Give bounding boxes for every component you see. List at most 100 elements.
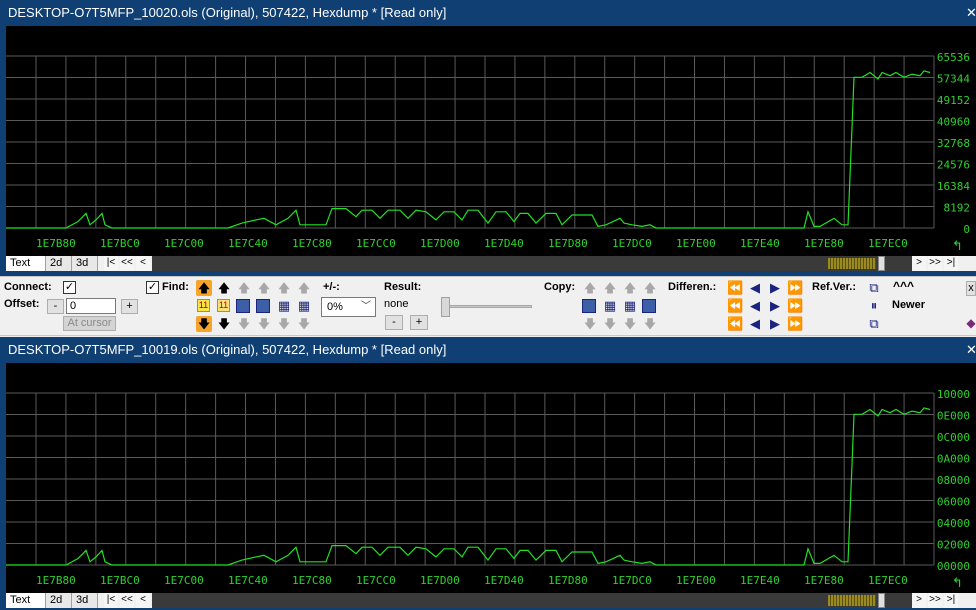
- at-cursor-button[interactable]: At cursor: [63, 316, 116, 331]
- copy-window-icon[interactable]: [642, 299, 656, 313]
- tab-3d[interactable]: 3d: [72, 256, 98, 271]
- result-plus-button[interactable]: +: [410, 315, 428, 330]
- diff-prev-icon-3[interactable]: ◀: [747, 316, 763, 332]
- diff-first-icon[interactable]: ⏪: [727, 280, 743, 296]
- nav-next-page-button[interactable]: >>: [928, 593, 942, 608]
- eraser-icon[interactable]: ◆: [966, 315, 976, 331]
- close-icon[interactable]: ✕: [966, 0, 976, 26]
- horizontal-scrollbar[interactable]: [152, 593, 912, 608]
- x-axis-label: 1E7EC0: [868, 574, 908, 587]
- tab-2d[interactable]: 2d: [46, 256, 72, 271]
- find-down-grey-icon-2[interactable]: 🡇: [256, 316, 272, 332]
- percent-select[interactable]: 0% ﹀: [321, 297, 376, 317]
- nav-prev-page-button[interactable]: <<: [120, 256, 134, 271]
- find-down-grey-icon-3[interactable]: 🡇: [276, 316, 292, 332]
- find-up-black-icon[interactable]: 🡅: [216, 280, 232, 296]
- nav-first-button[interactable]: |<: [104, 256, 118, 271]
- find-checkbox[interactable]: ✓: [146, 281, 159, 294]
- nav-forward-button[interactable]: >: [912, 593, 926, 608]
- nav-first-button[interactable]: |<: [104, 593, 118, 608]
- copy-up-icon-4[interactable]: 🡅: [642, 280, 658, 296]
- copy-up-icon[interactable]: 🡅: [582, 280, 598, 296]
- scroll-thumb[interactable]: [878, 593, 885, 608]
- diff-prev-icon-2[interactable]: ◀: [747, 298, 763, 314]
- x-axis-label: 1E7D00: [420, 237, 460, 250]
- find-value-alt-icon[interactable]: 11: [217, 299, 230, 312]
- nav-back-button[interactable]: <: [136, 256, 150, 271]
- diff-last-icon[interactable]: ⏩: [787, 280, 803, 296]
- pause-icon[interactable]: ⏸: [866, 298, 882, 314]
- find-up-grey-icon-2[interactable]: 🡅: [256, 280, 272, 296]
- find-up-grey-icon-4[interactable]: 🡅: [296, 280, 312, 296]
- scroll-thumb[interactable]: [878, 256, 885, 271]
- find-value-icon[interactable]: 11: [197, 299, 210, 312]
- copy-down-icon-4[interactable]: 🡇: [642, 316, 658, 332]
- copy-up-icon-3[interactable]: 🡅: [622, 280, 638, 296]
- diff-next-icon-2[interactable]: ▶: [767, 298, 783, 314]
- result-slider-thumb[interactable]: [441, 297, 450, 317]
- diff-last-icon-3[interactable]: ⏩: [787, 316, 803, 332]
- y-axis-label: 40960: [937, 116, 970, 129]
- x-axis-label: 1E7B80: [36, 574, 76, 587]
- return-icon[interactable]: ↰: [952, 576, 963, 591]
- offset-input[interactable]: 0: [66, 298, 116, 314]
- diff-last-icon-2[interactable]: ⏩: [787, 298, 803, 314]
- graph-2d[interactable]: 10000 0E000 0C000 0A000 08000 06000 04000 02000…: [6, 363, 976, 593]
- find-down-grey-icon[interactable]: 🡇: [236, 316, 252, 332]
- copy-down-icon-2[interactable]: 🡇: [602, 316, 618, 332]
- find-block-icon[interactable]: [236, 299, 250, 313]
- nav-prev-page-button[interactable]: <<: [120, 593, 134, 608]
- copy-block-icon[interactable]: [582, 299, 596, 313]
- copy-up-icon-2[interactable]: 🡅: [602, 280, 618, 296]
- refver-up-button[interactable]: ^^^: [893, 279, 914, 293]
- find-down-black-icon[interactable]: 🡇: [216, 316, 232, 332]
- refver-label: Ref.Ver.:: [812, 281, 857, 293]
- copy-down-icon[interactable]: 🡇: [582, 316, 598, 332]
- find-up-grey-icon-3[interactable]: 🡅: [276, 280, 292, 296]
- find-grid-icon[interactable]: ▦: [276, 298, 292, 314]
- find-down-arrow-icon[interactable]: 🡇: [196, 316, 212, 332]
- diff-next-icon-3[interactable]: ▶: [767, 316, 783, 332]
- toolbar-close-button[interactable]: x: [966, 281, 976, 296]
- copy-grid-alt-icon[interactable]: ▦: [622, 298, 638, 314]
- find-grid-alt-icon[interactable]: ▦: [296, 298, 312, 314]
- nav-forward-button[interactable]: >: [912, 256, 926, 271]
- y-axis-label: 0A000: [937, 453, 970, 466]
- diff-next-icon[interactable]: ▶: [767, 280, 783, 296]
- graph-canvas[interactable]: 65536 57344 49152 40960 32768 24576 16384 8192 0…: [6, 26, 976, 256]
- newer-button[interactable]: Newer: [892, 299, 925, 311]
- refver-window-icon[interactable]: ⧉: [866, 280, 882, 296]
- return-icon[interactable]: ↰: [952, 239, 963, 254]
- offset-minus-button[interactable]: -: [47, 299, 64, 314]
- diff-first-icon-3[interactable]: ⏪: [727, 316, 743, 332]
- graph-2d[interactable]: 65536 57344 49152 40960 32768 24576 16384 8192 0…: [6, 26, 976, 256]
- find-up-arrow-icon[interactable]: 🡅: [196, 280, 212, 296]
- find-down-grey-icon-4[interactable]: 🡇: [296, 316, 312, 332]
- result-label: Result:: [384, 281, 422, 293]
- x-axis-label: 1E7EC0: [868, 237, 908, 250]
- close-icon[interactable]: ✕: [966, 337, 976, 363]
- nav-next-page-button[interactable]: >>: [928, 256, 942, 271]
- graph-canvas[interactable]: 10000 0E000 0C000 0A000 08000 06000 04000 02000…: [6, 363, 976, 593]
- tab-3d[interactable]: 3d: [72, 593, 98, 608]
- copy-down-icon-3[interactable]: 🡇: [622, 316, 638, 332]
- diff-first-icon-2[interactable]: ⏪: [727, 298, 743, 314]
- tab-2d[interactable]: 2d: [46, 593, 72, 608]
- tab-text[interactable]: Text: [6, 593, 46, 608]
- find-block-alt-icon[interactable]: [256, 299, 270, 313]
- x-axis-label: 1E7BC0: [100, 574, 140, 587]
- horizontal-scrollbar[interactable]: [152, 256, 912, 271]
- result-minus-button[interactable]: -: [385, 315, 403, 330]
- connect-checkbox[interactable]: ✓: [63, 281, 76, 294]
- offset-plus-button[interactable]: +: [121, 299, 138, 314]
- result-slider-track[interactable]: [444, 305, 532, 308]
- y-axis-label: 65536: [937, 51, 970, 64]
- nav-last-button[interactable]: >|: [944, 593, 958, 608]
- tab-text[interactable]: Text: [6, 256, 46, 271]
- copy-grid-icon[interactable]: ▦: [602, 298, 618, 314]
- find-up-grey-icon[interactable]: 🡅: [236, 280, 252, 296]
- nav-last-button[interactable]: >|: [944, 256, 958, 271]
- diff-prev-icon[interactable]: ◀: [747, 280, 763, 296]
- refver-window-alt-icon[interactable]: ⧉: [866, 316, 882, 332]
- nav-back-button[interactable]: <: [136, 593, 150, 608]
